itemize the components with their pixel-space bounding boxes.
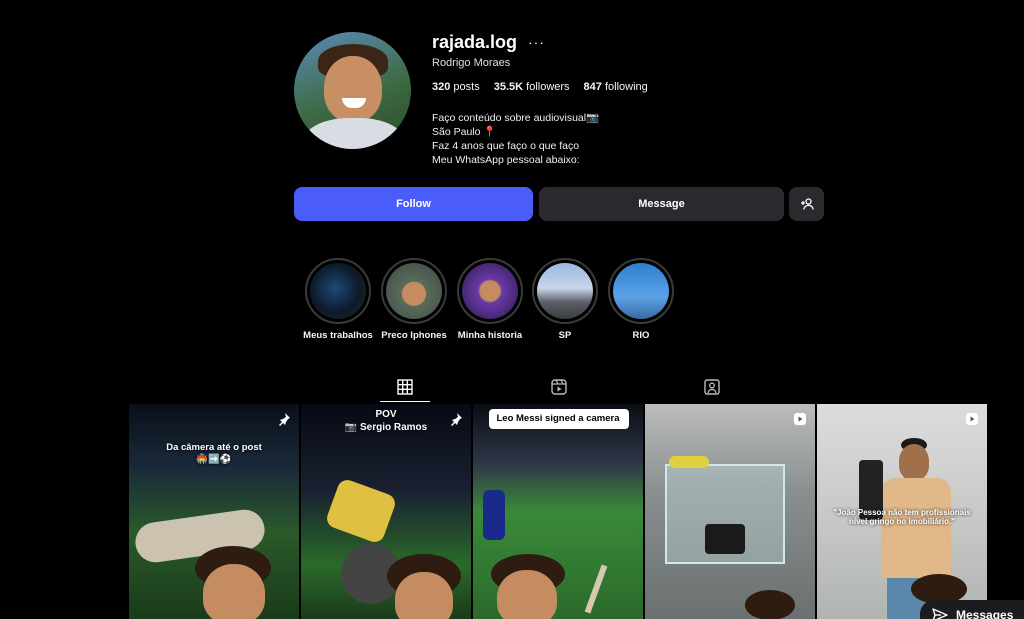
followers-count[interactable]: 35.5K followers	[494, 81, 570, 93]
highlight-cover	[613, 263, 669, 319]
highlight-cover	[537, 263, 593, 319]
post-caption: "João Pessoa não tem profissionais nível…	[833, 508, 971, 526]
post-caption-emoji: 🏟️➡️⚽	[196, 454, 232, 465]
post-tile[interactable]: Da câmera até o post 🏟️➡️⚽	[129, 404, 299, 619]
post-tile[interactable]	[645, 404, 815, 619]
highlight-meus-trabalhos[interactable]: Meus trabalhos	[303, 258, 373, 341]
tab-tagged[interactable]	[687, 372, 737, 402]
posts-grid-icon	[397, 378, 413, 395]
post-caption: Da câmera até o post	[166, 442, 262, 453]
tagged-icon	[704, 379, 720, 395]
post-caption: POV	[375, 409, 397, 420]
bio-line: Faço conteúdo sobre audiovisual📷	[432, 112, 600, 124]
highlight-label: Preco Iphones	[381, 330, 447, 341]
reel-icon	[794, 413, 806, 425]
person-face	[497, 570, 557, 619]
pinned-icon	[451, 413, 462, 426]
message-button[interactable]: Message	[539, 187, 784, 221]
tab-posts[interactable]	[380, 372, 430, 402]
follow-button[interactable]: Follow	[294, 187, 533, 221]
marker-pen	[584, 564, 608, 614]
profile-stats: 320 posts 35.5K followers 847 following	[432, 81, 648, 93]
highlight-cover	[462, 263, 518, 319]
highlight-label: Meus trabalhos	[303, 330, 373, 341]
posts-grid: Da câmera até o post 🏟️➡️⚽ POV 📷 Sergio …	[129, 404, 987, 619]
posts-count: 320 posts	[432, 81, 480, 93]
camera-in-water	[705, 524, 745, 554]
following-count[interactable]: 847 following	[584, 81, 648, 93]
more-options-icon[interactable]: ···	[528, 34, 545, 50]
player-jersey	[324, 477, 398, 545]
post-caption-detail: 📷 Sergio Ramos	[344, 422, 428, 433]
post-tile[interactable]: Leo Messi signed a camera	[473, 404, 643, 619]
messages-label: Messages	[956, 608, 1014, 619]
avatar-shirt	[304, 118, 404, 149]
profile-tabs	[0, 372, 1024, 402]
highlight-label: Minha historia	[457, 330, 523, 341]
highlight-label: SP	[558, 330, 572, 341]
post-caption: Leo Messi signed a camera	[496, 413, 620, 424]
reel-icon	[966, 413, 978, 425]
reels-icon	[551, 379, 567, 395]
add-user-icon	[800, 198, 814, 210]
highlight-label: RIO	[632, 330, 650, 341]
person-hair	[745, 590, 795, 619]
profile-bio: Faço conteúdo sobre audiovisual📷 São Pau…	[432, 111, 599, 167]
highlight-preco-iphones[interactable]: Preco Iphones	[379, 258, 449, 341]
messages-button[interactable]: Messages	[920, 600, 1024, 619]
highlight-sp[interactable]: SP	[530, 258, 600, 341]
profile-full-name: Rodrigo Moraes	[432, 57, 511, 69]
person-face	[395, 572, 453, 619]
highlight-cover	[386, 263, 442, 319]
player-figure	[483, 490, 505, 540]
suggest-users-button[interactable]	[789, 187, 824, 221]
profile-avatar[interactable]	[294, 32, 411, 149]
bio-line: Meu WhatsApp pessoal abaixo:	[432, 154, 580, 166]
bio-line: São Paulo 📍	[432, 126, 497, 138]
avatar-face	[324, 56, 382, 122]
highlight-rio[interactable]: RIO	[606, 258, 676, 341]
post-tile[interactable]: POV 📷 Sergio Ramos	[301, 404, 471, 619]
person-face	[899, 444, 929, 480]
tab-reels[interactable]	[534, 372, 584, 402]
post-tile[interactable]: "João Pessoa não tem profissionais nível…	[817, 404, 987, 619]
profile-username: rajada.log	[432, 32, 518, 52]
highlight-minha-historia[interactable]: Minha historia	[455, 258, 525, 341]
person-face	[203, 564, 265, 619]
yellow-object	[669, 456, 709, 468]
highlight-cover	[310, 263, 366, 319]
person-shirt	[881, 478, 951, 578]
send-icon	[932, 608, 948, 619]
pinned-icon	[279, 413, 290, 426]
bio-line: Faz 4 anos que faço o que faço	[432, 140, 580, 152]
